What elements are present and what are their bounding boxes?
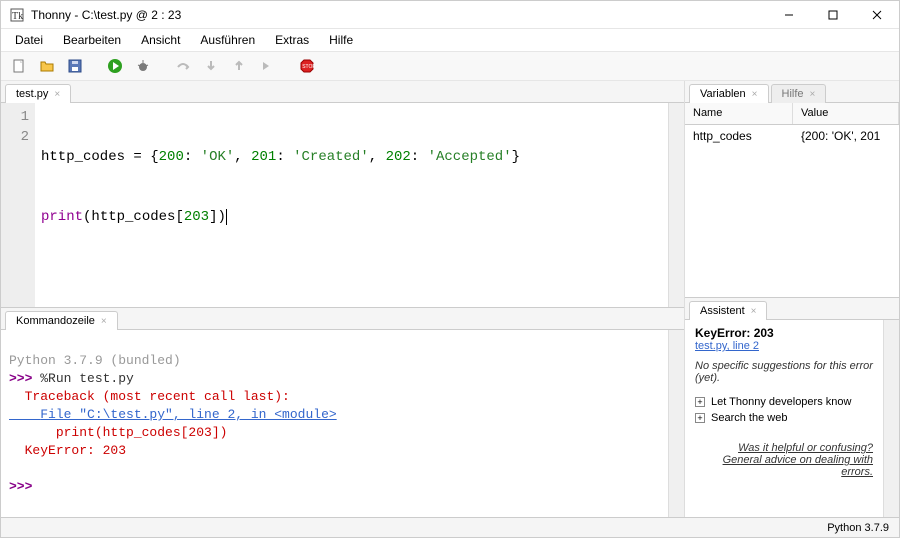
- assistant-advice-link[interactable]: General advice on dealing with errors.: [723, 454, 873, 478]
- run-icon[interactable]: [103, 54, 127, 78]
- assistant-error-title: KeyError: 203: [695, 326, 774, 340]
- assistant-panel: Assistent × KeyError: 203 test.py, line …: [685, 297, 899, 517]
- traceback-file-link[interactable]: File "C:\test.py", line 2, in <module>: [9, 407, 337, 422]
- assistant-feedback-link[interactable]: Was it helpful or confusing?: [738, 442, 873, 454]
- editor-scrollbar[interactable]: [668, 103, 684, 307]
- variables-tabstrip: Variablen × Hilfe ×: [685, 81, 899, 103]
- editor-gutter: 1 2: [1, 103, 35, 307]
- app-icon: Tk: [9, 7, 25, 23]
- tab-hilfe[interactable]: Hilfe ×: [771, 84, 827, 103]
- close-button[interactable]: [855, 1, 899, 28]
- maximize-button[interactable]: [811, 1, 855, 28]
- editor-tabstrip: test.py ×: [1, 81, 684, 103]
- menu-extras[interactable]: Extras: [267, 31, 317, 49]
- resume-icon[interactable]: [255, 54, 279, 78]
- assistant-suggestion[interactable]: + Let Thonny developers know: [695, 396, 873, 408]
- variable-value: {200: 'OK', 201: [793, 125, 899, 147]
- shell-output[interactable]: Python 3.7.9 (bundled) >>> %Run test.py …: [1, 330, 668, 517]
- variables-col-name[interactable]: Name: [685, 103, 793, 124]
- assistant-error-location-link[interactable]: test.py, line 2: [695, 340, 759, 352]
- shell-tab-label: Kommandozeile: [16, 315, 95, 327]
- shell-tabstrip: Kommandozeile ×: [1, 308, 684, 330]
- menu-bearbeiten[interactable]: Bearbeiten: [55, 31, 129, 49]
- close-tab-icon[interactable]: ×: [751, 306, 757, 317]
- svg-text:STOP: STOP: [302, 64, 315, 70]
- variables-body: http_codes {200: 'OK', 201: [685, 125, 899, 297]
- shell-scrollbar[interactable]: [668, 330, 684, 517]
- assistant-tabstrip: Assistent ×: [685, 298, 899, 320]
- step-over-icon[interactable]: [171, 54, 195, 78]
- minimize-button[interactable]: [767, 1, 811, 28]
- expand-icon: +: [695, 413, 705, 423]
- menu-hilfe[interactable]: Hilfe: [321, 31, 361, 49]
- editor-tab-testpy[interactable]: test.py ×: [5, 84, 71, 103]
- variable-row[interactable]: http_codes {200: 'OK', 201: [685, 125, 899, 147]
- titlebar: Tk Thonny - C:\test.py @ 2 : 23: [1, 1, 899, 29]
- window-title: Thonny - C:\test.py @ 2 : 23: [31, 8, 767, 22]
- shell-panel: Kommandozeile × Python 3.7.9 (bundled) >…: [1, 307, 684, 517]
- toolbar: STOP: [1, 51, 899, 81]
- editor-tab-label: test.py: [16, 88, 48, 100]
- menu-datei[interactable]: Datei: [7, 31, 51, 49]
- python-version-label: Python 3.7.9: [827, 522, 889, 534]
- tab-assistent[interactable]: Assistent ×: [689, 301, 767, 320]
- step-out-icon[interactable]: [227, 54, 251, 78]
- variables-col-value[interactable]: Value: [793, 103, 899, 124]
- close-tab-icon[interactable]: ×: [54, 89, 60, 100]
- step-into-icon[interactable]: [199, 54, 223, 78]
- save-file-icon[interactable]: [63, 54, 87, 78]
- debug-icon[interactable]: [131, 54, 155, 78]
- code-editor[interactable]: 1 2 http_codes = {200: 'OK', 201: 'Creat…: [1, 103, 684, 307]
- variable-name: http_codes: [685, 125, 793, 147]
- menu-ausfuehren[interactable]: Ausführen: [192, 31, 263, 49]
- assistant-suggestion[interactable]: + Search the web: [695, 412, 873, 424]
- variables-header: Name Value: [685, 103, 899, 125]
- shell-tab[interactable]: Kommandozeile ×: [5, 311, 118, 330]
- tab-variablen[interactable]: Variablen ×: [689, 84, 769, 103]
- stop-icon[interactable]: STOP: [295, 54, 319, 78]
- close-tab-icon[interactable]: ×: [101, 316, 107, 327]
- close-tab-icon[interactable]: ×: [810, 89, 816, 100]
- assistant-scrollbar[interactable]: [883, 320, 899, 517]
- menubar: Datei Bearbeiten Ansicht Ausführen Extra…: [1, 29, 899, 51]
- assistant-message: No specific suggestions for this error (…: [695, 360, 873, 384]
- svg-text:Tk: Tk: [12, 11, 23, 22]
- menu-ansicht[interactable]: Ansicht: [133, 31, 188, 49]
- editor-content[interactable]: http_codes = {200: 'OK', 201: 'Created',…: [35, 103, 668, 307]
- expand-icon: +: [695, 397, 705, 407]
- statusbar: Python 3.7.9: [1, 517, 899, 537]
- assistant-body: KeyError: 203 test.py, line 2 No specifi…: [685, 320, 883, 517]
- open-file-icon[interactable]: [35, 54, 59, 78]
- new-file-icon[interactable]: [7, 54, 31, 78]
- close-tab-icon[interactable]: ×: [752, 89, 758, 100]
